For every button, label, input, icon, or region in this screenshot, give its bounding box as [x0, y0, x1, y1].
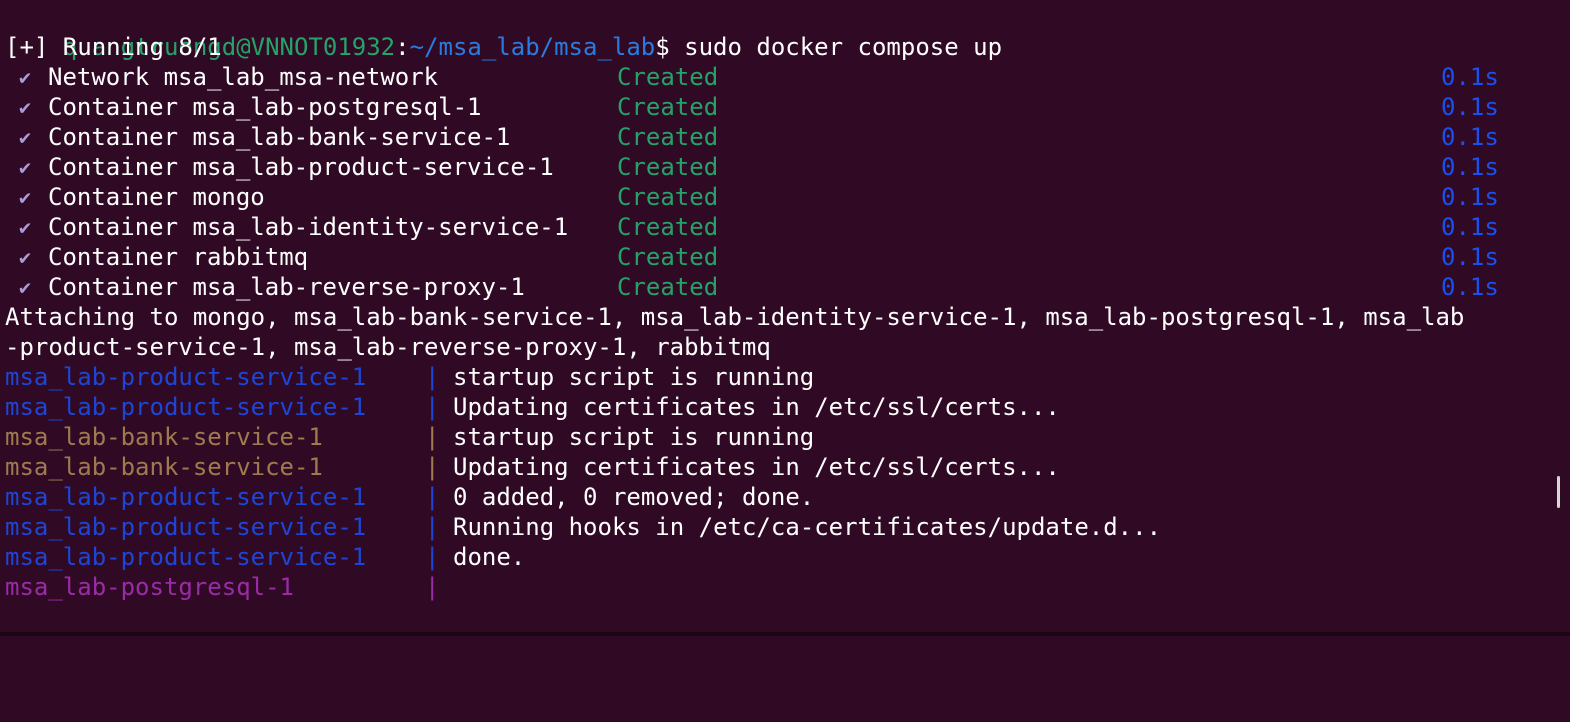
log-line: msa_lab-product-service-1 | 0 added, 0 r…	[5, 482, 814, 512]
resource-line: ✔ Container mongo Created 0.1s	[5, 182, 1499, 212]
resource-status: Created	[617, 93, 719, 121]
prompt-line: quangtruongd@VNNOT01932:~/msa_lab/msa_la…	[5, 2, 1002, 61]
terminal-window[interactable]: quangtruongd@VNNOT01932:~/msa_lab/msa_la…	[0, 0, 1570, 636]
log-line: msa_lab-product-service-1 | Updating cer…	[5, 392, 1060, 422]
log-line: msa_lab-product-service-1 | Running hook…	[5, 512, 1161, 542]
log-message: startup script is running	[453, 423, 815, 451]
log-line: msa_lab-bank-service-1 | Updating certif…	[5, 452, 1060, 482]
log-message: Running hooks in /etc/ca-certificates/up…	[453, 513, 1162, 541]
resource-status: Created	[617, 153, 719, 181]
scrollbar-thumb[interactable]	[1557, 476, 1560, 508]
running-header: [+] Running 8/1	[5, 33, 222, 61]
log-service-name: msa_lab-product-service-1	[5, 543, 367, 571]
resource-name: Container msa_lab-identity-service-1	[48, 213, 569, 241]
attaching-line: -product-service-1, msa_lab-reverse-prox…	[5, 333, 771, 361]
log-separator: |	[425, 363, 440, 391]
resource-line: ✔ Container msa_lab-postgresql-1 Created…	[5, 92, 1499, 122]
log-separator: |	[425, 453, 440, 481]
check-icon: ✔	[19, 155, 32, 179]
resource-status: Created	[617, 63, 719, 91]
resource-line: ✔ Container msa_lab-bank-service-1 Creat…	[5, 122, 1499, 152]
resource-line: ✔ Network msa_lab_msa-network Created 0.…	[5, 62, 1499, 92]
resource-status: Created	[617, 123, 719, 151]
check-icon: ✔	[19, 185, 32, 209]
resource-time: 0.1s	[1441, 273, 1499, 301]
log-message: 0 added, 0 removed; done.	[453, 483, 815, 511]
resource-line: ✔ Container rabbitmq Created 0.1s	[5, 242, 1499, 272]
attaching-line: Attaching to mongo, msa_lab-bank-service…	[5, 303, 1465, 331]
resource-time: 0.1s	[1441, 243, 1499, 271]
check-icon: ✔	[19, 125, 32, 149]
check-icon: ✔	[19, 245, 32, 269]
log-service-name: msa_lab-product-service-1	[5, 363, 367, 391]
window-bottom-border	[0, 632, 1570, 636]
check-icon: ✔	[19, 65, 32, 89]
resource-time: 0.1s	[1441, 213, 1499, 241]
log-message: done.	[453, 543, 526, 571]
resource-name: Container mongo	[48, 183, 265, 211]
resource-line: ✔ Container msa_lab-reverse-proxy-1 Crea…	[5, 272, 1499, 302]
resource-name: Network msa_lab_msa-network	[48, 63, 439, 91]
check-icon: ✔	[19, 275, 32, 299]
log-separator: |	[425, 513, 440, 541]
log-message: Updating certificates in /etc/ssl/certs.…	[453, 393, 1060, 421]
log-line: msa_lab-bank-service-1 | startup script …	[5, 422, 814, 452]
log-message: startup script is running	[453, 363, 815, 391]
log-service-name: msa_lab-product-service-1	[5, 513, 367, 541]
log-service-name: msa_lab-bank-service-1	[5, 423, 323, 451]
log-separator: |	[425, 573, 440, 601]
resource-time: 0.1s	[1441, 63, 1499, 91]
resource-name: Container msa_lab-product-service-1	[48, 153, 554, 181]
log-service-name: msa_lab-bank-service-1	[5, 453, 323, 481]
log-separator: |	[425, 423, 440, 451]
check-icon: ✔	[19, 95, 32, 119]
resource-line: ✔ Container msa_lab-product-service-1 Cr…	[5, 152, 1499, 182]
log-separator: |	[425, 543, 440, 571]
resource-time: 0.1s	[1441, 123, 1499, 151]
log-service-name: msa_lab-product-service-1	[5, 393, 367, 421]
prompt-colon: :	[395, 33, 410, 61]
log-service-name: msa_lab-product-service-1	[5, 483, 367, 511]
log-separator: |	[425, 393, 440, 421]
resource-status: Created	[617, 273, 719, 301]
resource-status: Created	[617, 213, 719, 241]
log-line: msa_lab-postgresql-1 |	[5, 572, 439, 602]
log-line: msa_lab-product-service-1 | startup scri…	[5, 362, 814, 392]
check-icon: ✔	[19, 215, 32, 239]
prompt-path: ~/msa_lab/msa_lab	[409, 33, 656, 61]
resource-name: Container msa_lab-postgresql-1	[48, 93, 482, 121]
resource-time: 0.1s	[1441, 183, 1499, 211]
resource-time: 0.1s	[1441, 153, 1499, 181]
log-separator: |	[425, 483, 440, 511]
prompt-symbol: $	[655, 33, 670, 61]
resource-name: Container msa_lab-bank-service-1	[48, 123, 511, 151]
resource-status: Created	[617, 243, 719, 271]
log-message: Updating certificates in /etc/ssl/certs.…	[453, 453, 1060, 481]
log-service-name: msa_lab-postgresql-1	[5, 573, 294, 601]
resource-name: Container rabbitmq	[48, 243, 309, 271]
resource-time: 0.1s	[1441, 93, 1499, 121]
log-line: msa_lab-product-service-1 | done.	[5, 542, 525, 572]
prompt-command: sudo docker compose up	[669, 33, 1003, 61]
resource-status: Created	[617, 183, 719, 211]
resource-line: ✔ Container msa_lab-identity-service-1 C…	[5, 212, 1499, 242]
resource-name: Container msa_lab-reverse-proxy-1	[48, 273, 525, 301]
